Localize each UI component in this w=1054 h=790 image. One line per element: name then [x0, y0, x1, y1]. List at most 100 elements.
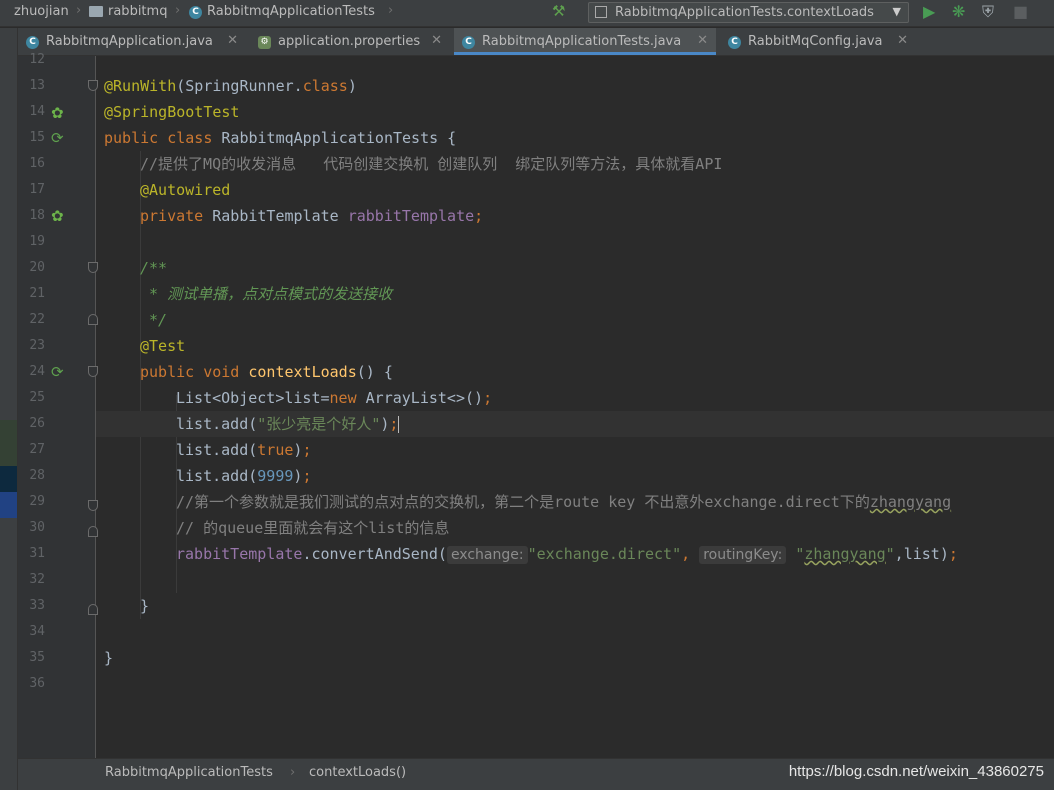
breadcrumb-method[interactable]: contextLoads()	[309, 765, 406, 780]
type-token: RabbitTemplate	[212, 207, 339, 225]
annotation-token: @SpringBootTest	[104, 103, 240, 121]
line-number: 32	[29, 572, 45, 587]
keyword-token: new	[329, 389, 357, 407]
debug-bug-icon[interactable]: ❋	[952, 3, 965, 21]
line-number: 21	[29, 286, 45, 301]
keyword-token: void	[203, 363, 240, 381]
code-line-18: private RabbitTemplate rabbitTemplate;	[96, 203, 1054, 229]
breadcrumb-file[interactable]: RabbitmqApplicationTests	[207, 4, 375, 19]
stop-icon[interactable]: ■	[1013, 3, 1028, 21]
tab-rabbitmq-application-tests[interactable]: C RabbitmqApplicationTests.java ✕	[454, 28, 716, 55]
keyword-token: private	[140, 207, 204, 225]
code-line-17: @Autowired	[96, 177, 1054, 203]
breadcrumb-separator-icon: ›	[388, 3, 394, 18]
line-number: 33	[29, 598, 45, 613]
line-number: 23	[29, 338, 45, 353]
line-number: 31	[29, 546, 45, 561]
class-name-token: RabbitmqApplicationTests {	[221, 129, 457, 147]
close-icon[interactable]: ✕	[897, 33, 908, 48]
run-icon[interactable]: ▶	[923, 3, 935, 21]
semicolon-token: ;	[474, 207, 484, 225]
close-icon[interactable]: ✕	[431, 33, 442, 48]
semicolon-token: ;	[302, 467, 312, 485]
semicolon-token: ;	[948, 545, 958, 563]
code-line-31: rabbitTemplate.convertAndSend(exchange: "…	[96, 541, 1054, 567]
breadcrumb-separator-icon: ›	[175, 3, 181, 18]
typo-token: zhangyang	[804, 545, 886, 563]
code-token: list.add(	[176, 441, 258, 459]
run-test-icon[interactable]: ⟳	[51, 129, 64, 147]
line-number: 29	[29, 494, 45, 509]
line-number: 34	[29, 624, 45, 639]
tab-label: RabbitmqApplicationTests.java	[482, 34, 682, 49]
method-name-token: contextLoads	[248, 363, 357, 381]
breadcrumb-separator-icon: ›	[76, 3, 82, 18]
watermark-url: https://blog.csdn.net/weixin_43860275	[788, 763, 1044, 780]
class-icon: C	[462, 36, 475, 49]
code-token: .convertAndSend(	[302, 545, 447, 563]
code-editor[interactable]: @RunWith(SpringRunner.class) @SpringBoot…	[96, 56, 1054, 758]
run-test-icon[interactable]: ⟳	[51, 363, 64, 381]
line-number: 22	[29, 312, 45, 327]
semicolon-token: ;	[483, 389, 493, 407]
code-line-33: }	[96, 593, 1054, 619]
code-line-13: @RunWith(SpringRunner.class)	[96, 73, 1054, 99]
line-number: 35	[29, 650, 45, 665]
tab-rabbitmq-config[interactable]: C RabbitMqConfig.java ✕	[720, 28, 916, 55]
annotation-token: @RunWith	[104, 77, 177, 95]
typo-token: zhangyang	[869, 493, 952, 511]
code-token: list.add(	[176, 415, 258, 433]
line-number: 27	[29, 442, 45, 457]
selection-marker	[0, 466, 17, 492]
line-number: 19	[29, 234, 45, 249]
tab-application-properties[interactable]: ⚙ application.properties ✕	[250, 28, 450, 55]
run-configuration-dropdown[interactable]: RabbitmqApplicationTests.contextLoads ▼	[588, 2, 909, 23]
line-number: 18	[29, 208, 45, 223]
code-line-30: // 的queue里面就会有这个list的信息	[96, 515, 1054, 541]
code-line-15: public class RabbitmqApplicationTests {	[96, 125, 1054, 151]
number-token: 9999	[257, 467, 294, 485]
line-number: 20	[29, 260, 45, 275]
line-number: 30	[29, 520, 45, 535]
field-token: rabbitTemplate	[176, 545, 303, 563]
code-line-20: /**	[96, 255, 1054, 281]
breadcrumb-module[interactable]: rabbitmq	[108, 4, 167, 19]
selection-marker	[0, 492, 17, 518]
code-line-26: list.add("张少亮是个好人");	[96, 411, 1054, 437]
code-token: list.add(	[176, 467, 258, 485]
breadcrumb-class[interactable]: RabbitmqApplicationTests	[105, 765, 273, 780]
keyword-token: public	[104, 129, 159, 147]
editor-tab-bar: C RabbitmqApplication.java ✕ ⚙ applicati…	[18, 28, 1054, 56]
spring-leaf-icon[interactable]: ✿	[51, 104, 64, 122]
code-line-27: list.add(true);	[96, 437, 1054, 463]
code-line-16: //提供了MQ的收发消息 代码创建交换机 创建队列 绑定队列等方法，具体就看AP…	[96, 151, 1054, 177]
text-caret	[398, 416, 400, 433]
comment-token: // 的queue里面就会有这个list的信息	[176, 519, 450, 537]
code-token: ArrayList<>()	[365, 389, 484, 407]
semicolon-token: ;	[389, 415, 399, 433]
editor-breadcrumb-bar: RabbitmqApplicationTests › contextLoads(…	[18, 758, 1054, 790]
parameter-hint: routingKey:	[699, 546, 787, 564]
close-icon[interactable]: ✕	[227, 33, 238, 48]
class-icon: C	[189, 6, 202, 19]
test-config-icon	[595, 6, 607, 18]
comment-token: //第一个参数就是我们测试的点对点的交换机，第二个是route key 不出意外…	[176, 493, 870, 511]
code-line-29: //第一个参数就是我们测试的点对点的交换机，第二个是route key 不出意外…	[96, 489, 1054, 515]
brace-token: }	[140, 597, 150, 615]
string-token: "张少亮是个好人"	[257, 415, 381, 433]
tab-rabbitmq-application[interactable]: C RabbitmqApplication.java ✕	[18, 28, 246, 55]
breadcrumb-project[interactable]: zhuojian	[14, 4, 69, 19]
left-tool-strip	[0, 28, 18, 790]
annotation-token: @Autowired	[140, 181, 231, 199]
build-hammer-icon[interactable]: ⚒	[552, 2, 565, 20]
string-token: "	[795, 545, 805, 563]
string-token: "	[885, 545, 895, 563]
comment-token: //提供了MQ的收发消息 代码创建交换机 创建队列 绑定队列等方法，具体就看AP…	[140, 155, 723, 173]
tab-label: application.properties	[278, 34, 421, 49]
spring-bean-icon[interactable]: ✿	[51, 207, 64, 225]
tab-label: RabbitMqConfig.java	[748, 34, 883, 49]
close-icon[interactable]: ✕	[697, 33, 708, 48]
coverage-shield-icon[interactable]: ⛨	[982, 3, 994, 21]
comma-token: ,	[681, 545, 691, 563]
annotation-token: @Test	[140, 337, 186, 355]
